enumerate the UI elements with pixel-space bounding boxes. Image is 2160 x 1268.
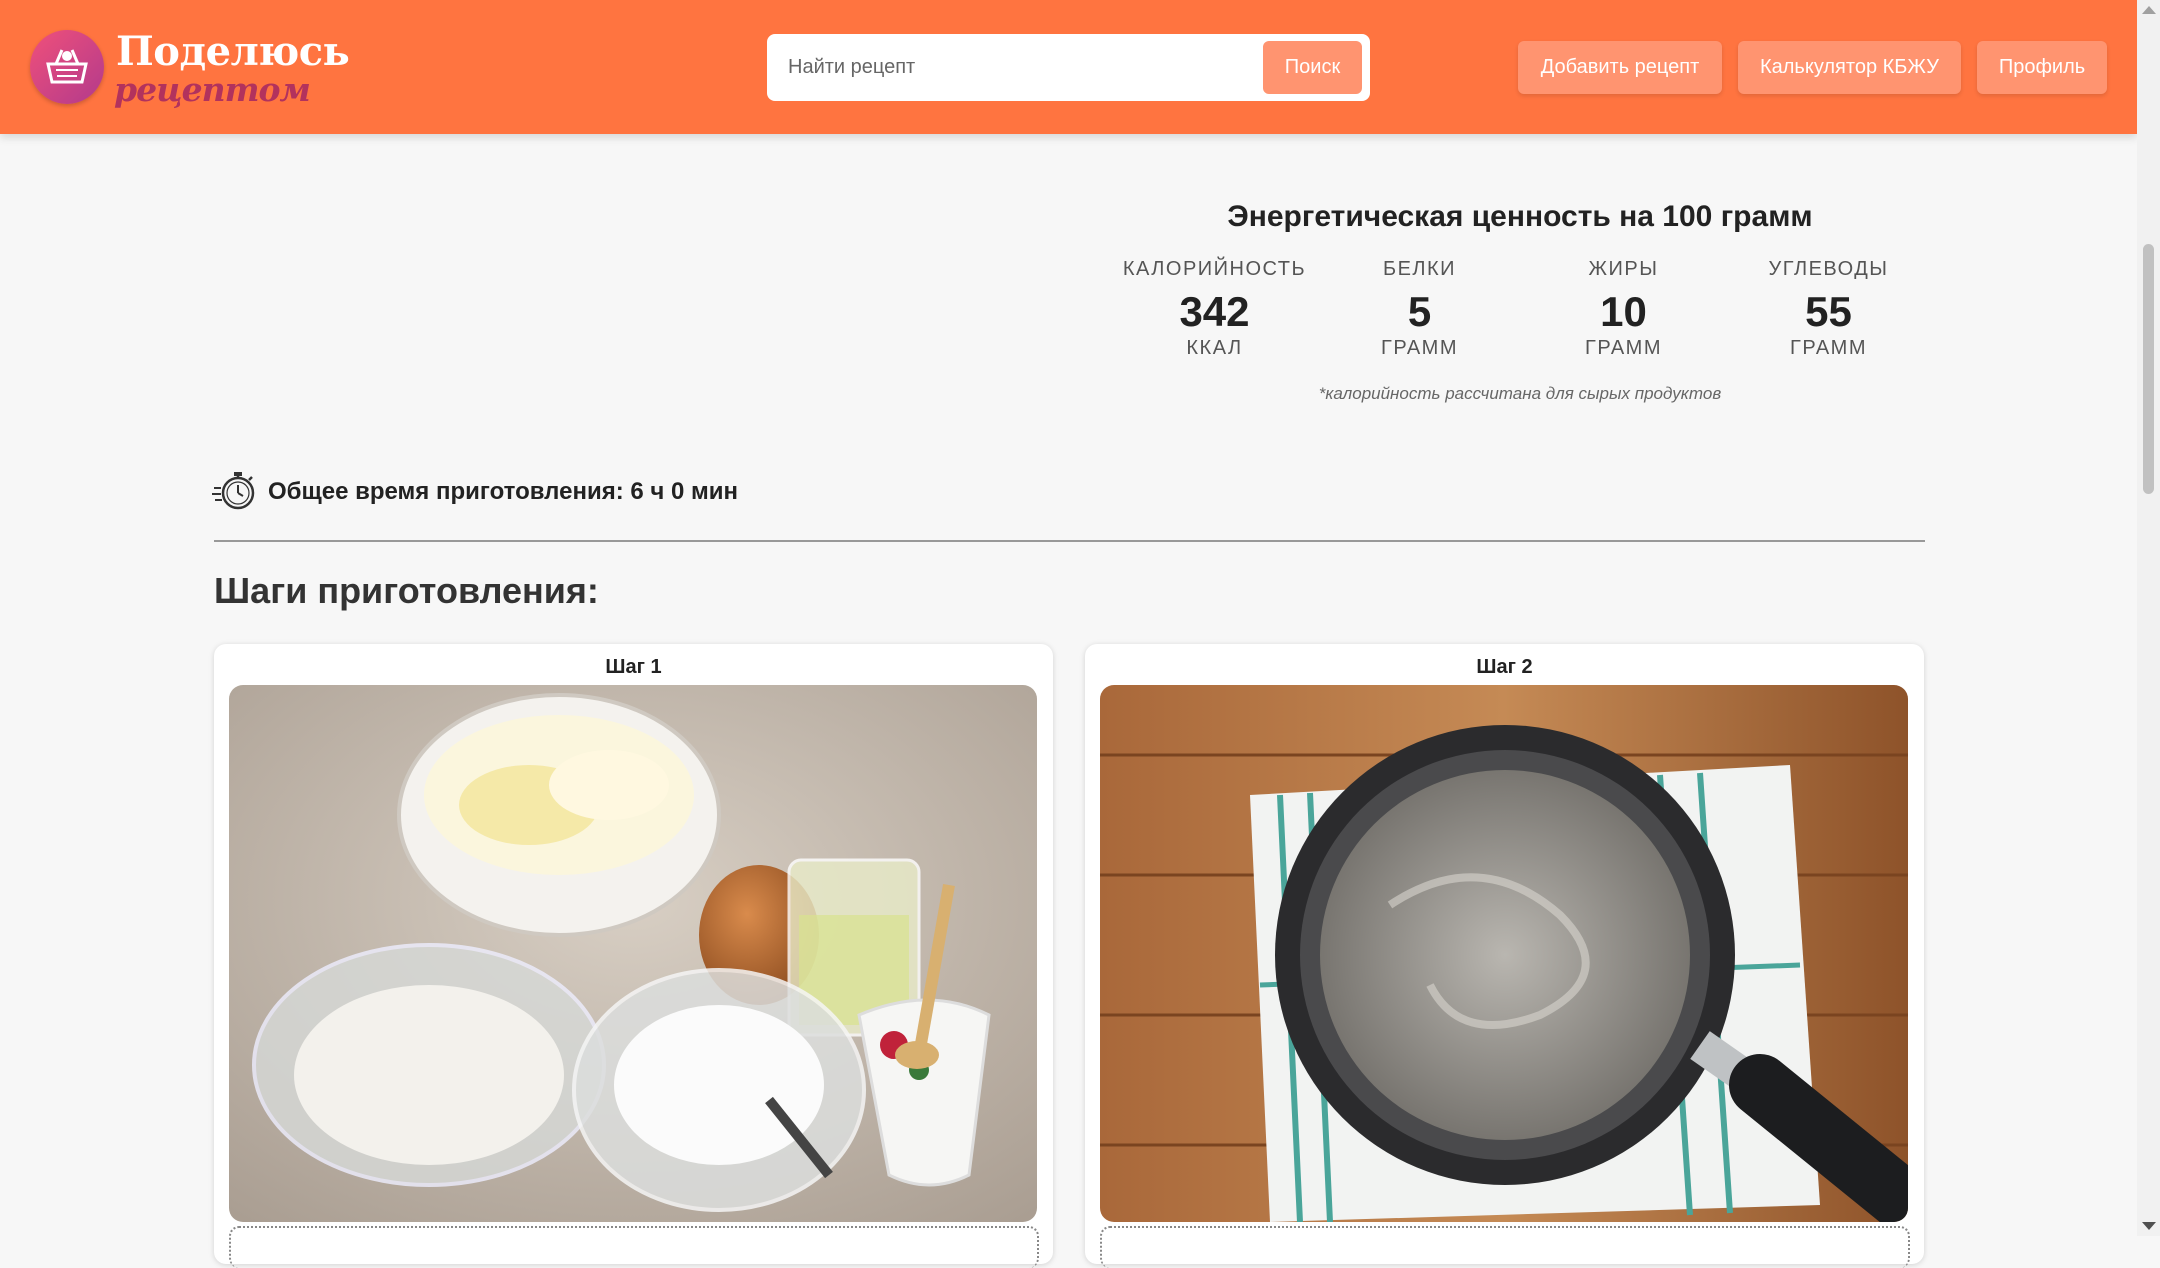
scroll-down-icon[interactable] <box>2142 1222 2156 1230</box>
kbju-calculator-button[interactable]: Калькулятор КБЖУ <box>1738 41 1961 94</box>
page-scrollbar[interactable] <box>2137 0 2160 1236</box>
logo-basket-icon <box>30 30 104 104</box>
profile-button[interactable]: Профиль <box>1977 41 2107 94</box>
nutrient-label: ЖИРЫ <box>1588 258 1659 280</box>
logo-title: Поделюсь <box>116 28 350 75</box>
step-title: Шаг 2 <box>1476 656 1533 678</box>
saucepan-photo <box>1100 685 1908 1222</box>
nutrient-unit: ГРАММ <box>1585 337 1662 359</box>
energy-note: *калорийность рассчитана для сырых проду… <box>1318 384 1722 403</box>
search-form: Поиск <box>767 34 1370 101</box>
site-header: Поделюсь рецептом Поиск Добавить рецепт … <box>0 0 2137 134</box>
step-card: Шаг 1 <box>214 644 1053 1268</box>
scroll-thumb[interactable] <box>2143 244 2154 494</box>
nutrient-unit: ГРАММ <box>1381 337 1458 359</box>
add-recipe-button[interactable]: Добавить рецепт <box>1518 41 1722 94</box>
steps-title: Шаги приготовления: <box>214 570 599 611</box>
nutrient-unit: ККАЛ <box>1186 337 1243 359</box>
nutrient-value: 10 <box>1600 288 1647 335</box>
nutrient-value: 5 <box>1407 288 1432 335</box>
nutrient-value: 55 <box>1805 288 1852 335</box>
nutrient-calories: КАЛОРИЙНОСТЬ 342 ККАЛ <box>1112 258 1317 360</box>
nutrient-fat: ЖИРЫ 10 ГРАММ <box>1521 258 1726 360</box>
nutrient-unit: ГРАММ <box>1790 337 1867 359</box>
logo-subtitle: рецептом <box>114 70 311 109</box>
nutrient-label: БЕЛКИ <box>1382 258 1457 280</box>
nutrient-label: КАЛОРИЙНОСТЬ <box>1122 258 1307 280</box>
scroll-up-icon[interactable] <box>2142 6 2156 14</box>
stopwatch-icon <box>212 466 260 519</box>
step-description <box>229 1226 1039 1268</box>
step-title: Шаг 1 <box>605 656 662 678</box>
section-divider <box>214 540 1925 542</box>
energy-title: Энергетическая ценность на 100 грамм <box>1227 200 1813 233</box>
step-card: Шаг 2 <box>1085 644 1924 1268</box>
ingredients-photo <box>229 685 1037 1222</box>
search-button[interactable]: Поиск <box>1263 41 1362 94</box>
step-description <box>1100 1226 1910 1268</box>
nutrient-carbs: УГЛЕВОДЫ 55 ГРАММ <box>1726 258 1931 360</box>
nutrient-label: УГЛЕВОДЫ <box>1768 258 1889 280</box>
total-time-text: Общее время приготовления: 6 ч 0 мин <box>268 478 738 505</box>
search-input[interactable] <box>774 41 1254 94</box>
nutrient-value: 342 <box>1179 288 1250 335</box>
nutrient-protein: БЕЛКИ 5 ГРАММ <box>1317 258 1522 360</box>
site-logo[interactable]: Поделюсь рецептом <box>30 28 350 109</box>
total-time: Общее время приготовления: 6 ч 0 мин <box>212 468 738 516</box>
